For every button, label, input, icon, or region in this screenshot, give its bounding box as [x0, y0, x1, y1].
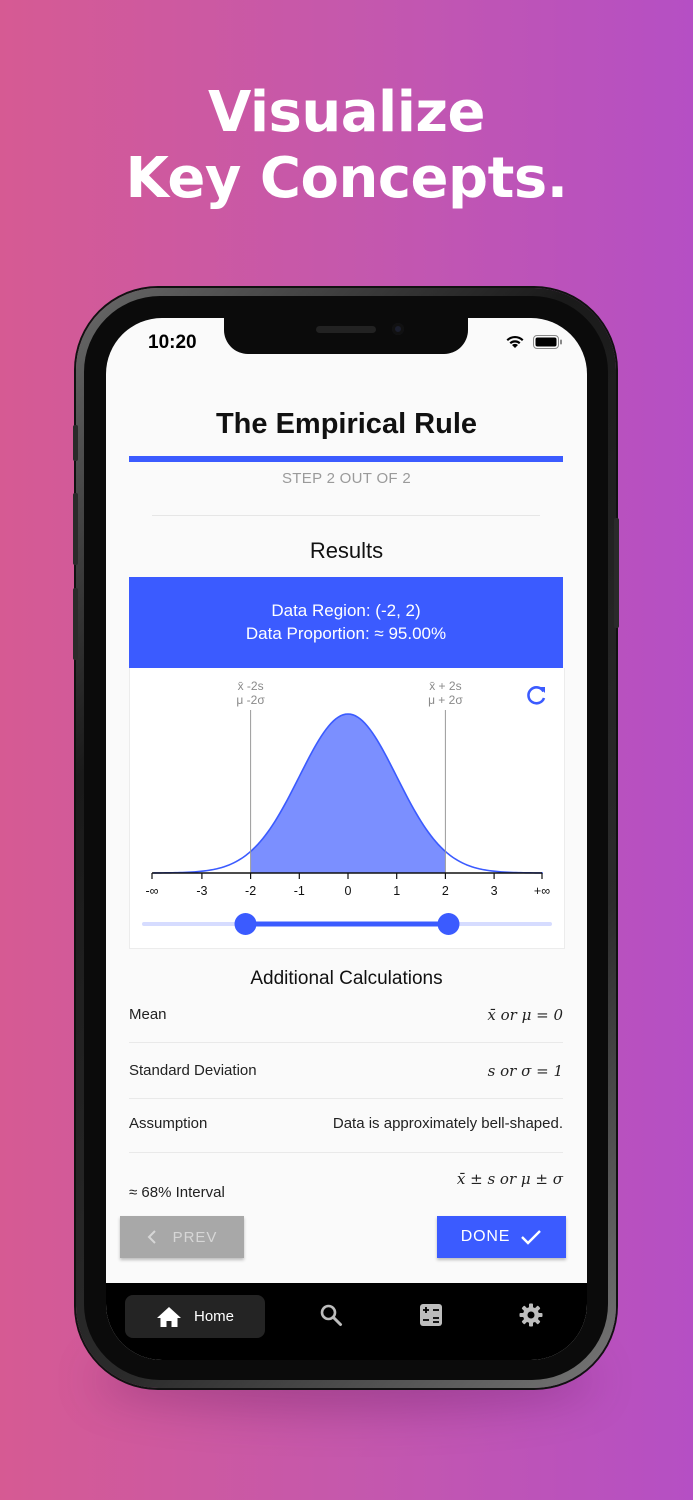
- left-marker-label: x̄ -2s: [238, 679, 264, 693]
- phone-screen: 10:20 The Empirical Rule STEP 2 OUT OF 2…: [106, 318, 587, 1360]
- data-region-text: Data Region: (-2, 2): [271, 601, 421, 620]
- calc-row-assumption: Assumption Data is approximately bell-sh…: [129, 1115, 563, 1135]
- x-tick-label: -1: [294, 884, 305, 898]
- tab-home-label: Home: [193, 1308, 234, 1325]
- calc-label: Mean: [129, 1006, 167, 1023]
- prev-button-label: PREV: [172, 1228, 218, 1246]
- done-button[interactable]: DONE: [437, 1216, 566, 1258]
- normal-curve-chart: x̄ -2sμ -2σ x̄ + 2sμ + 2σ -∞ -3 -2 -1 0 1 2 3 +∞: [142, 679, 552, 935]
- additional-calculations-title: Additional Calculations: [250, 968, 443, 989]
- speaker: [316, 326, 376, 333]
- x-tick-label: 1: [393, 884, 400, 898]
- checkmark-icon: [521, 1230, 542, 1245]
- headline-line-2: Key Concepts.: [125, 146, 568, 211]
- calc-label: Standard Deviation: [129, 1062, 257, 1079]
- right-marker-label: μ + 2σ: [428, 693, 463, 707]
- left-marker-label: μ -2σ: [236, 693, 265, 707]
- status-time: 10:20: [148, 332, 197, 353]
- calc-value: x̄ ± s or μ ± σ: [456, 1170, 563, 1188]
- volume-up-button: [73, 493, 78, 565]
- step-progress-bar: [129, 456, 563, 462]
- x-tick-label: 3: [491, 884, 498, 898]
- results-title: Results: [309, 538, 384, 563]
- x-tick-label: -∞: [145, 884, 158, 898]
- row-divider: [129, 1042, 563, 1043]
- page-title: The Empirical Rule: [215, 408, 478, 440]
- calc-value: x̄ or μ = 0: [487, 1006, 563, 1024]
- calc-row-mean: Mean x̄ or μ = 0: [129, 1006, 563, 1026]
- slider-handle-low[interactable]: [234, 913, 257, 935]
- headline: Visualize Key Concepts.: [0, 80, 693, 212]
- calc-row-standard-deviation: Standard Deviation s or σ = 1: [129, 1062, 563, 1082]
- x-tick-label: -2: [245, 884, 256, 898]
- x-tick-label: 0: [345, 884, 352, 898]
- row-divider: [129, 1152, 563, 1153]
- headline-line-1: Visualize: [207, 80, 486, 145]
- x-tick-label: -3: [196, 884, 207, 898]
- home-icon: [156, 1306, 181, 1327]
- power-button: [614, 518, 619, 628]
- prev-button[interactable]: PREV: [120, 1216, 244, 1258]
- x-tick-label: 2: [442, 884, 449, 898]
- refresh-icon[interactable]: [527, 686, 546, 705]
- calc-value: Data is approximately bell-shaped.: [332, 1115, 563, 1132]
- status-icons: [505, 334, 563, 349]
- calc-row-68-interval: ≈ 68% Interval x̄ ± s or μ ± σ: [129, 1170, 563, 1210]
- step-indicator: STEP 2 OUT OF 2: [282, 470, 411, 487]
- right-marker-label: x̄ + 2s: [429, 679, 461, 693]
- volume-down-button: [73, 588, 78, 660]
- front-camera: [392, 323, 404, 335]
- bottom-tab-bar: Home: [106, 1283, 587, 1360]
- row-divider: [129, 1098, 563, 1099]
- divider: [152, 515, 540, 516]
- slider-handle-high[interactable]: [437, 913, 460, 935]
- results-box: Data Region: (-2, 2) Data Proportion: ≈ …: [129, 577, 563, 668]
- done-button-label: DONE: [460, 1228, 511, 1245]
- wifi-icon: [506, 335, 524, 348]
- calc-label: ≈ 68% Interval: [129, 1184, 225, 1201]
- calculator-icon[interactable]: [419, 1303, 443, 1327]
- normal-curve-chart-card: x̄ -2s μ -2σ x̄ + 2s μ + 2σ -∞ -3 -2 -1 0 1 2 3 +∞: [129, 668, 565, 949]
- mute-switch: [73, 425, 78, 461]
- notch: [224, 318, 468, 354]
- battery-icon: [533, 334, 562, 349]
- shaded-area: [250, 714, 446, 873]
- tab-home[interactable]: Home: [125, 1295, 265, 1338]
- x-tick-label: +∞: [534, 884, 550, 898]
- calc-value: s or σ = 1: [487, 1062, 563, 1080]
- chevron-left-icon: [147, 1230, 156, 1244]
- data-proportion-text: Data Proportion: ≈ 95.00%: [245, 624, 447, 643]
- calc-label: Assumption: [129, 1115, 208, 1132]
- settings-gear-icon[interactable]: [519, 1303, 543, 1327]
- search-icon[interactable]: [319, 1303, 343, 1327]
